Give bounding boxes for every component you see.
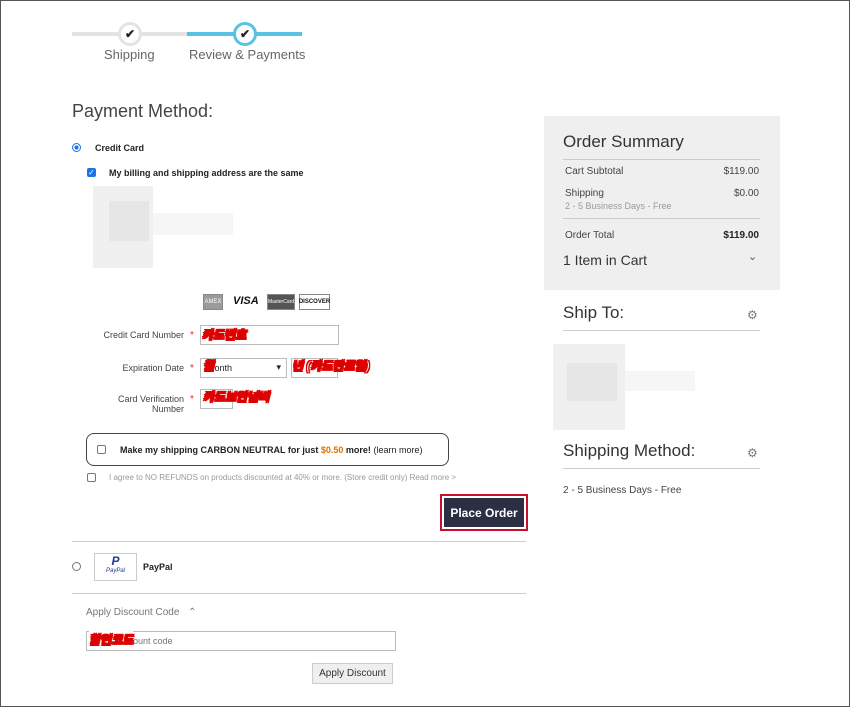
year-annotation: 년 (카드만료일) <box>292 359 370 374</box>
paypal-radio[interactable] <box>72 562 81 571</box>
place-order-highlight: Place Order <box>440 494 528 531</box>
order-total-value: $119.00 <box>723 230 759 241</box>
discount-toggle[interactable]: Apply Discount Code ⌃ <box>86 607 197 618</box>
shipping-value: $0.00 <box>733 188 759 199</box>
ship-to-title: Ship To: <box>563 303 625 322</box>
required-mark: * <box>190 330 194 341</box>
divider <box>563 330 760 331</box>
step-shipping-label[interactable]: Shipping <box>104 47 155 62</box>
discover-logo: DISCOVER <box>299 294 330 310</box>
divider <box>72 593 526 594</box>
paypal-logo: P PayPal <box>94 553 137 581</box>
billing-address-redacted-part <box>109 201 149 241</box>
credit-card-label: Credit Card <box>95 143 145 153</box>
required-mark: * <box>190 394 194 405</box>
chevron-down-icon: ▾ <box>276 362 281 372</box>
paypal-label: PayPal <box>143 562 173 572</box>
payment-method-title: Payment Method: <box>72 101 214 121</box>
chevron-up-icon: ⌃ <box>188 607 197 618</box>
place-order-button[interactable]: Place Order <box>444 498 524 527</box>
discount-annotation: 할인코드 <box>89 631 134 648</box>
cart-subtotal-label: Cart Subtotal <box>565 166 624 177</box>
ship-to-address-redacted-part <box>625 371 695 391</box>
learn-more-link[interactable]: (learn more) <box>373 445 422 455</box>
refund-agree-checkbox[interactable] <box>87 473 96 482</box>
amex-logo: AMEX <box>203 294 223 310</box>
step-review-label: Review & Payments <box>189 47 306 62</box>
cvv-annotation: 카드보안넘버 <box>203 390 270 405</box>
credit-card-radio[interactable] <box>72 143 81 152</box>
cart-subtotal-value: $119.00 <box>723 166 759 177</box>
divider <box>72 541 526 542</box>
divider <box>563 218 760 219</box>
order-total-label: Order Total <box>565 230 615 241</box>
shipping-method-title: Shipping Method: <box>563 441 696 460</box>
divider <box>563 159 760 160</box>
order-summary-title: Order Summary <box>563 132 684 151</box>
shipping-method-value: 2 - 5 Business Days - Free <box>563 485 682 496</box>
billing-same-checkbox[interactable]: ✓ <box>87 168 96 177</box>
gear-icon[interactable]: ⚙ <box>747 308 758 322</box>
refund-agree-text[interactable]: I agree to NO REFUNDS on products discou… <box>109 473 456 482</box>
carbon-neutral-checkbox[interactable] <box>97 445 106 454</box>
cvv-label: Card Verification Number <box>117 394 184 414</box>
check-icon: ✔ <box>124 27 136 41</box>
step-shipping-dot[interactable]: ✔ <box>118 22 142 46</box>
required-mark: * <box>190 363 194 374</box>
billing-address-redacted-part <box>153 213 233 235</box>
carbon-neutral-text: Make my shipping CARBON NEUTRAL for just… <box>120 445 423 455</box>
gear-icon[interactable]: ⚙ <box>747 446 758 460</box>
check-icon: ✔ <box>239 27 251 41</box>
billing-same-label: My billing and shipping address are the … <box>109 168 304 178</box>
divider <box>563 468 760 469</box>
card-number-label: Credit Card Number <box>103 330 184 340</box>
expiration-label: Expiration Date <box>122 363 184 373</box>
ship-to-address-redacted-part <box>567 363 617 401</box>
step-review-dot: ✔ <box>233 22 257 46</box>
items-in-cart-toggle[interactable]: 1 Item in Cart <box>563 252 647 268</box>
card-number-annotation: 카드번호 <box>202 328 247 343</box>
apply-discount-button[interactable]: Apply Discount <box>312 663 393 684</box>
mastercard-logo: MasterCard <box>267 294 295 310</box>
shipping-label: Shipping <box>565 188 604 199</box>
month-annotation: 월 <box>203 359 215 374</box>
shipping-method-sub: 2 - 5 Business Days - Free <box>565 201 672 211</box>
visa-logo: VISA <box>233 295 259 307</box>
chevron-down-icon[interactable]: ⌄ <box>748 250 757 263</box>
